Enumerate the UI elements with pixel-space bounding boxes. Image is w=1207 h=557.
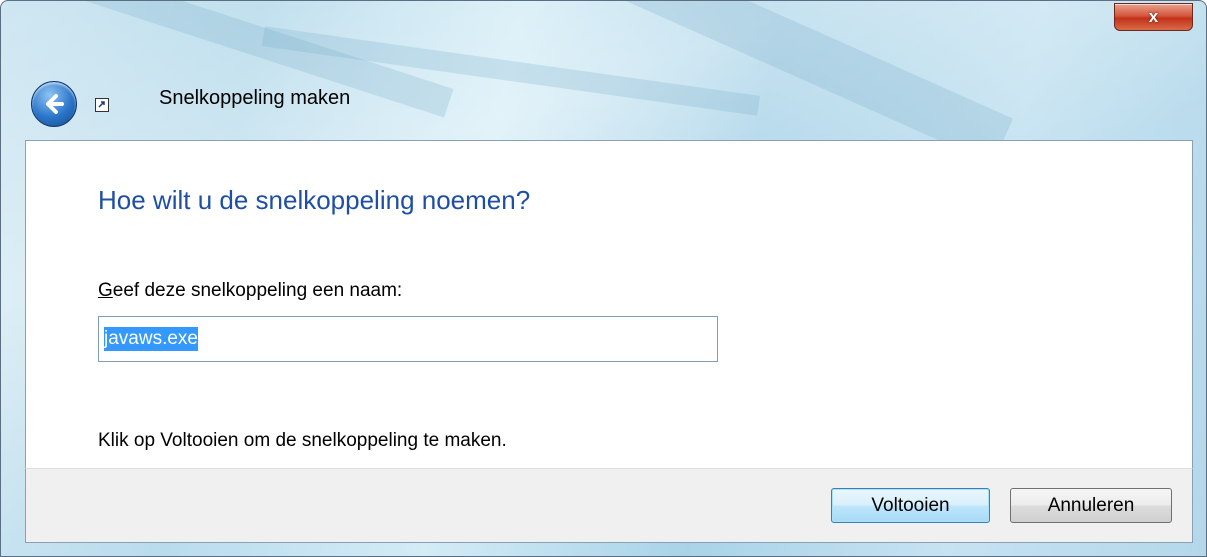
cancel-button[interactable]: Annuleren bbox=[1010, 488, 1172, 523]
accesskey-letter: G bbox=[98, 280, 113, 301]
wizard-content: Hoe wilt u de snelkoppeling noemen? Geef… bbox=[25, 140, 1193, 469]
dialog-window: x Snelkoppeling maken Hoe wilt u de snel… bbox=[0, 0, 1207, 557]
window-title: Snelkoppeling maken bbox=[159, 87, 351, 109]
close-button[interactable]: x bbox=[1114, 3, 1193, 31]
finish-button[interactable]: Voltooien bbox=[831, 488, 990, 523]
back-button[interactable] bbox=[31, 81, 77, 127]
close-icon: x bbox=[1148, 7, 1159, 26]
finish-instruction: Klik op Voltooien om de snelkoppeling te… bbox=[98, 430, 507, 451]
name-field-label: Geef deze snelkoppeling een naam: bbox=[98, 280, 402, 302]
button-bar: Voltooien Annuleren bbox=[25, 468, 1193, 543]
name-field-label-text: eef deze snelkoppeling een naam: bbox=[112, 280, 403, 301]
back-arrow-icon bbox=[46, 94, 64, 114]
shortcut-name-value: javaws.exe bbox=[104, 327, 198, 351]
shortcut-arrow-icon bbox=[95, 98, 109, 112]
shortcut-name-input[interactable]: javaws.exe bbox=[98, 316, 718, 362]
wizard-heading: Hoe wilt u de snelkoppeling noemen? bbox=[98, 185, 531, 215]
